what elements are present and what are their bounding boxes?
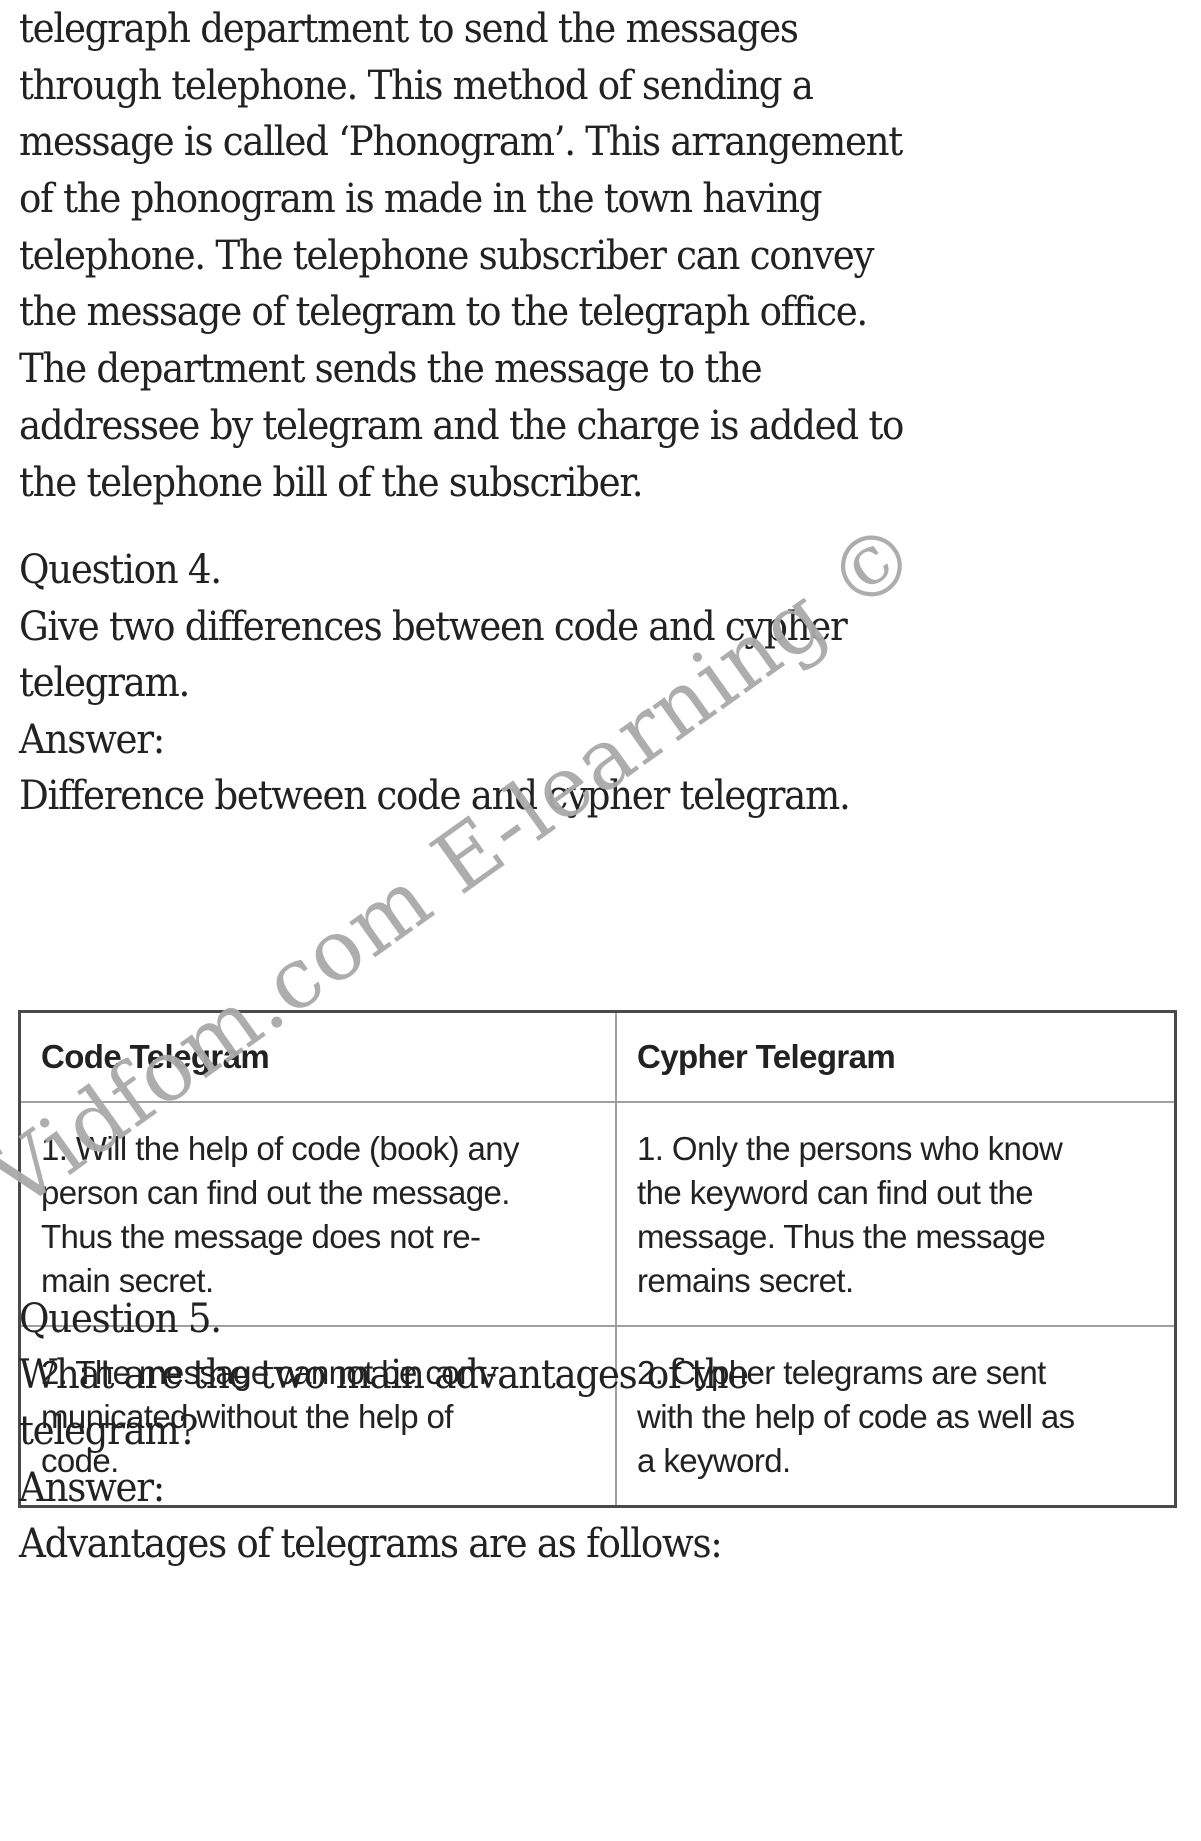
paragraph-line: message is called ‘Phonogram’. This arra… (19, 119, 903, 165)
paragraph-line: telephone. The telephone subscriber can … (19, 233, 874, 279)
document-page: telegraph department to send the message… (0, 0, 1201, 1841)
question-4-text: Give two differences between code and cy… (19, 604, 848, 650)
question-4-heading: Question 4. (19, 547, 222, 593)
question-5-answer-intro: Advantages of telegrams are as follows: (19, 1521, 723, 1567)
question-5-text: telegram? (19, 1408, 198, 1454)
cell-line: person can find out the message. (41, 1174, 510, 1211)
paragraph-line: telegraph department to send the message… (19, 6, 799, 52)
cell-line: a keyword. (637, 1442, 791, 1479)
question-5-answer-label: Answer: (19, 1465, 165, 1511)
question-4-answer-label: Answer: (19, 717, 165, 763)
paragraph-line: of the phonogram is made in the town hav… (19, 176, 823, 222)
paragraph-line: through telephone. This method of sendin… (19, 63, 814, 109)
paragraph-line: addressee by telegram and the charge is … (19, 403, 904, 449)
question-4-text: telegram. (19, 660, 190, 706)
question-5-text: What are the two main advantages of the (19, 1352, 749, 1398)
cell-line: with the help of code as well as (637, 1398, 1075, 1435)
table-cell-code: 1. Will the help of code (book) any pers… (18, 1101, 617, 1327)
paragraph-line: the message of telegram to the telegraph… (19, 289, 868, 335)
column-header-cypher-telegram: Cypher Telegram (615, 1010, 1177, 1103)
paragraph-line: the telephone bill of the subscriber. (19, 460, 644, 506)
cell-line: 1. Will the help of code (book) any (41, 1130, 520, 1167)
paragraph-line: The department sends the message to the (19, 346, 763, 392)
table-cell-cypher: 1. Only the persons who know the keyword… (615, 1101, 1177, 1327)
cell-line: remains secret. (637, 1262, 854, 1299)
table-header-row: Code Telegram Cypher Telegram (18, 1010, 1177, 1103)
cell-line: 1. Only the persons who know (637, 1130, 1063, 1167)
question-5-heading: Question 5. (19, 1296, 222, 1342)
question-4-answer-intro: Difference between code and cypher teleg… (19, 773, 851, 819)
cell-line: message. Thus the message (637, 1218, 1046, 1255)
column-header-code-telegram: Code Telegram (18, 1010, 617, 1103)
cell-line: the keyword can find out the (637, 1174, 1034, 1211)
table-row: 1. Will the help of code (book) any pers… (18, 1101, 1177, 1327)
cell-line: Thus the message does not re- (41, 1218, 481, 1255)
